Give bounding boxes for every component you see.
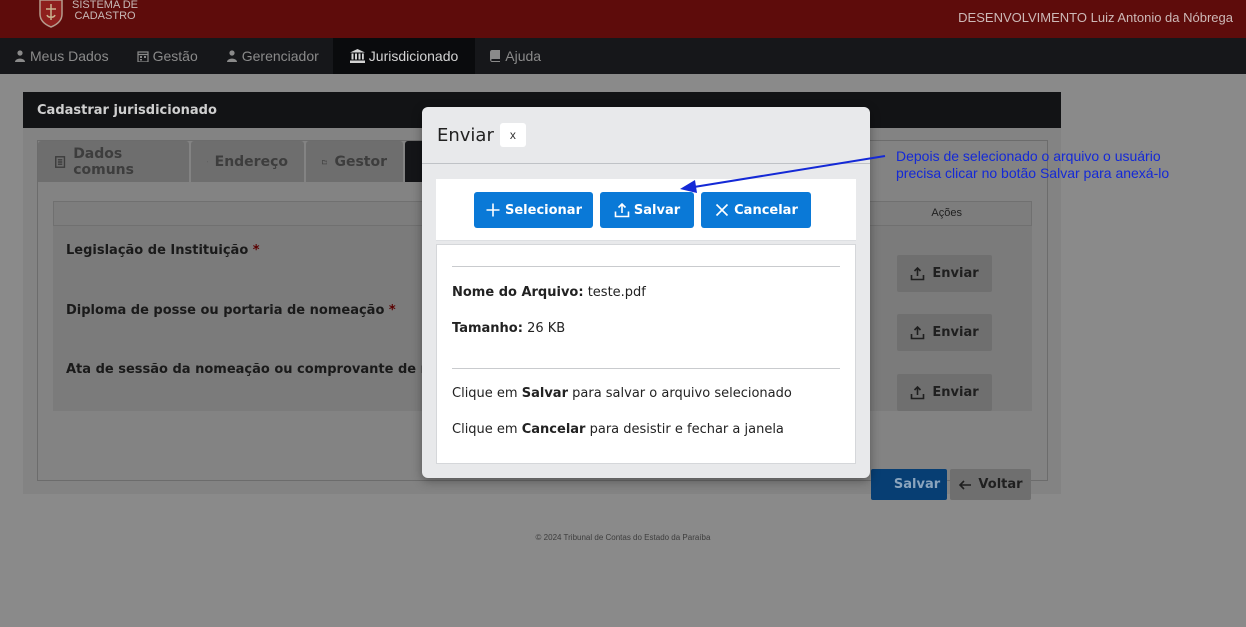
annotation-text: Depois de selecionado o arquivo o usuári…	[896, 148, 1236, 182]
folder-icon	[322, 159, 328, 164]
send-button-label: Enviar	[932, 385, 979, 400]
shield-logo-icon	[39, 0, 63, 28]
file-name-line: Nome do Arquivo: teste.pdf	[452, 285, 646, 300]
select-button-label: Selecionar	[505, 202, 582, 218]
user-icon	[226, 50, 237, 62]
nav-label: Ajuda	[505, 48, 542, 64]
send-button[interactable]: Enviar	[897, 374, 992, 411]
hint-bold: Cancelar	[521, 422, 586, 437]
save-button[interactable]: Salvar	[871, 469, 947, 500]
hint-bold: Salvar	[521, 386, 568, 401]
cancel-hint: Clique em Cancelar para desistir e fecha…	[452, 422, 784, 437]
main-nav: Meus Dados Gestão Gerenciador Jurisdicio…	[0, 38, 1246, 74]
send-button[interactable]: Enviar	[897, 255, 992, 292]
tab-gestor[interactable]: Gestor	[306, 141, 403, 182]
arrow-left-icon	[959, 479, 972, 490]
hint-text: para salvar o arquivo selecionado	[572, 386, 792, 401]
tab-endereco[interactable]: Endereço	[191, 141, 304, 182]
row-label: Legislação de Instituição	[66, 243, 249, 258]
hint-text: Clique em	[452, 386, 518, 401]
divider	[452, 368, 840, 369]
divider	[452, 266, 840, 267]
institution-icon	[349, 49, 365, 63]
tab-label: Gestor	[334, 153, 387, 170]
logo-line-2: CADASTRO	[74, 10, 136, 22]
file-size-value: 26 KB	[527, 321, 566, 336]
user-icon	[15, 50, 25, 62]
nav-item-meus-dados[interactable]: Meus Dados	[0, 38, 123, 74]
nav-label: Gestão	[152, 48, 198, 64]
calendar-icon	[136, 51, 149, 62]
row-label: Diploma de posse ou portaria de nomeação	[66, 303, 385, 318]
table-row: Ata de sessão da nomeação ou comprovante…	[66, 362, 470, 377]
file-name-value: teste.pdf	[587, 285, 646, 300]
document-icon	[55, 155, 66, 168]
hint-text: para desistir e fechar a janela	[589, 422, 784, 437]
file-info-panel: Nome do Arquivo: teste.pdf Tamanho: 26 K…	[436, 244, 856, 464]
send-button[interactable]: Enviar	[897, 314, 992, 351]
book-icon	[490, 50, 501, 62]
table-row: Legislação de Instituição *	[66, 243, 260, 258]
send-button-label: Enviar	[932, 325, 979, 340]
cancel-button[interactable]: Cancelar	[701, 192, 811, 228]
user-name[interactable]: DESENVOLVIMENTO Luiz Antonio da Nóbrega	[958, 10, 1233, 25]
nav-label: Meus Dados	[30, 48, 109, 64]
upload-icon	[911, 266, 925, 281]
upload-icon	[911, 325, 925, 340]
back-button-label: Voltar	[978, 477, 1023, 492]
save-hint: Clique em Salvar para salvar o arquivo s…	[452, 386, 792, 401]
file-size-label: Tamanho:	[452, 321, 523, 336]
modal-header: Enviar x	[422, 107, 870, 164]
file-name-label: Nome do Arquivo:	[452, 285, 584, 300]
close-icon	[716, 203, 729, 217]
tab-dados-comuns[interactable]: Dados comuns	[38, 141, 189, 182]
plus-icon	[486, 203, 500, 217]
nav-item-gerenciador[interactable]: Gerenciador	[212, 38, 333, 74]
send-modal: Enviar x Selecionar Salvar Cancelar Nome…	[422, 107, 870, 478]
annotation-line-2: precisa clicar no botão Salvar para anex…	[896, 165, 1170, 181]
select-button[interactable]: Selecionar	[474, 192, 593, 228]
annotation-line-1: Depois de selecionado o arquivo o usuári…	[896, 148, 1161, 164]
top-header: SISTEMA DE CADASTRO DESENVOLVIMENTO Luiz…	[0, 0, 1246, 38]
modal-title: Enviar	[437, 124, 494, 146]
logo[interactable]: SISTEMA DE CADASTRO	[38, 0, 138, 32]
save-file-button-label: Salvar	[633, 202, 681, 218]
nav-label: Gerenciador	[241, 48, 319, 64]
required-marker: *	[388, 303, 396, 318]
footer-copyright: © 2024 Tribunal de Contas do Estado da P…	[535, 533, 711, 542]
upload-icon	[911, 385, 925, 400]
required-marker: *	[252, 243, 260, 258]
cancel-button-label: Cancelar	[734, 202, 798, 218]
nav-item-gestao[interactable]: Gestão	[123, 38, 212, 74]
hint-text: Clique em	[452, 422, 518, 437]
file-size-line: Tamanho: 26 KB	[452, 321, 565, 336]
row-label: Ata de sessão da nomeação ou comprovante…	[66, 362, 470, 377]
nav-item-ajuda[interactable]: Ajuda	[475, 38, 555, 74]
tab-label: Dados comuns	[73, 145, 134, 178]
nav-label: Jurisdicionado	[368, 48, 459, 64]
send-button-label: Enviar	[932, 266, 979, 281]
save-file-button[interactable]: Salvar	[600, 192, 694, 228]
actions-column-header: Ações	[931, 207, 962, 219]
back-button[interactable]: Voltar	[950, 469, 1031, 500]
close-button[interactable]: x	[499, 123, 526, 147]
logo-text: SISTEMA DE CADASTRO	[72, 0, 138, 22]
upload-icon	[614, 202, 630, 218]
nav-item-jurisdicionado[interactable]: Jurisdicionado	[332, 38, 476, 74]
tab-label: Endereço	[214, 153, 288, 170]
modal-toolbar: Selecionar Salvar Cancelar	[436, 179, 856, 241]
building-icon	[207, 161, 208, 162]
table-row: Diploma de posse ou portaria de nomeação…	[66, 303, 396, 318]
